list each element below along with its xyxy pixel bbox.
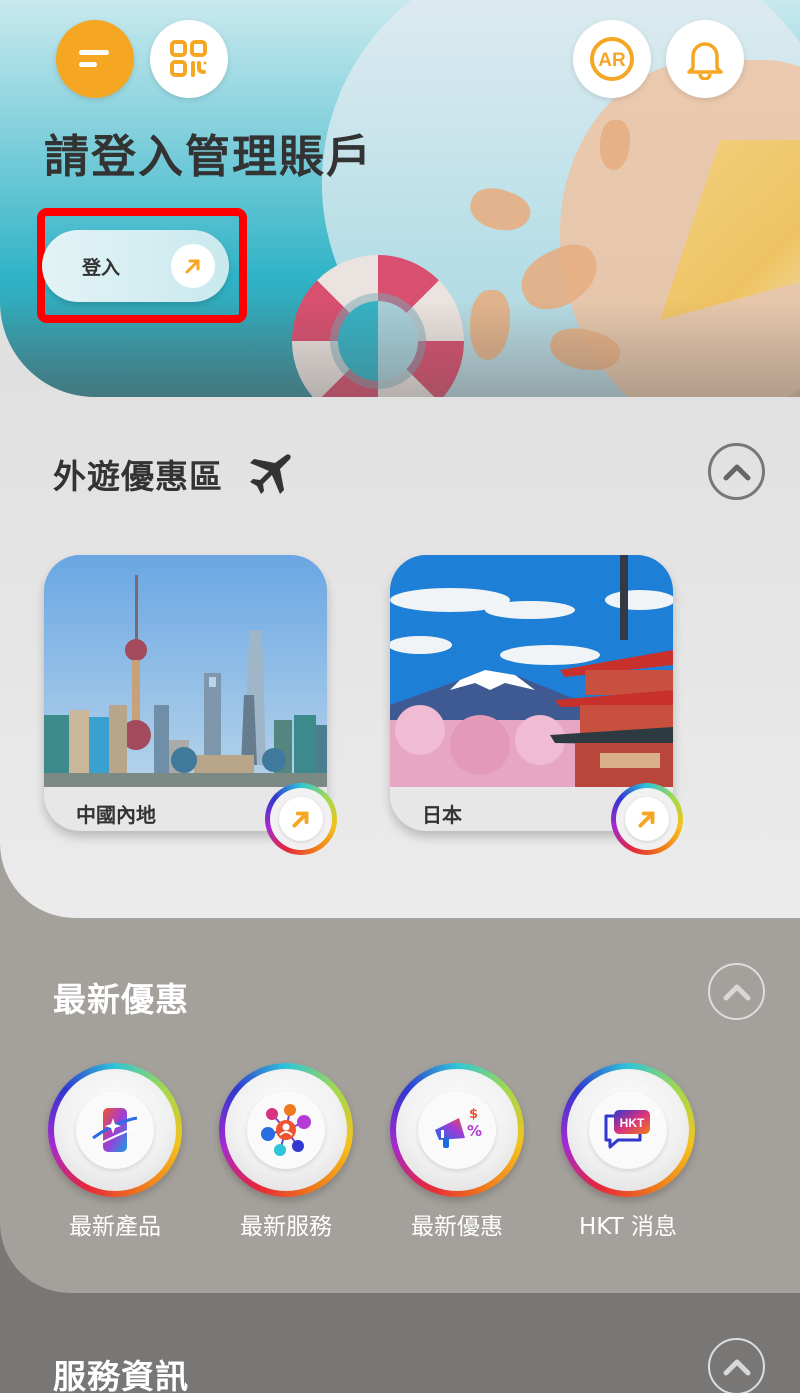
go-button-ring xyxy=(270,788,332,850)
travel-section-title: 外遊優惠區 xyxy=(53,450,294,498)
destination-label: 中國內地 xyxy=(76,803,156,827)
page-title: 請登入管理賬戶 xyxy=(44,130,374,183)
tile-ring: HKT xyxy=(561,1063,695,1197)
tile-hkt-news[interactable]: HKT HKT 消息 xyxy=(558,1063,698,1241)
go-button-ring xyxy=(616,788,678,850)
chevron-up-icon xyxy=(723,464,750,480)
latest-collapse-button[interactable] xyxy=(708,963,765,1020)
travel-collapse-button[interactable] xyxy=(708,443,765,500)
airplane-icon xyxy=(249,454,291,494)
services-section-title: 服務資訊 xyxy=(53,1357,189,1393)
bell-icon xyxy=(687,42,723,80)
megaphone-discount-icon: $ % xyxy=(435,1107,482,1148)
notifications-button[interactable] xyxy=(666,20,744,98)
destination-go-button[interactable] xyxy=(265,783,337,855)
tile-core xyxy=(247,1091,325,1169)
hkt-message-icon: HKT xyxy=(604,1110,650,1149)
qr-code-icon xyxy=(170,40,207,77)
ar-icon: AR xyxy=(590,37,634,81)
services-collapse-button[interactable] xyxy=(708,1338,765,1393)
ar-label: AR xyxy=(598,50,626,71)
new-product-phone-icon xyxy=(92,1108,138,1152)
arrow-up-right-icon xyxy=(638,811,655,828)
tile-new-products[interactable]: 最新產品 xyxy=(45,1063,185,1241)
tile-label: 最新服務 xyxy=(240,1214,332,1240)
travel-title-text: 外遊優惠區 xyxy=(53,457,223,496)
chevron-up-icon xyxy=(723,984,750,1000)
shanghai-skyline-image xyxy=(44,555,327,787)
destination-label: 日本 xyxy=(422,803,462,827)
destination-card-japan[interactable]: 日本 xyxy=(390,555,683,855)
latest-section-title: 最新優惠 xyxy=(53,980,189,1019)
tile-core: $ % xyxy=(418,1091,496,1169)
chevron-up-icon xyxy=(723,1359,750,1375)
destination-go-button[interactable] xyxy=(611,783,683,855)
tile-face xyxy=(54,1069,176,1191)
services-network-icon xyxy=(261,1104,311,1156)
tile-core: HKT xyxy=(589,1091,667,1169)
go-button-core xyxy=(279,797,323,841)
ar-button[interactable]: AR xyxy=(573,20,651,98)
menu-button[interactable] xyxy=(56,20,134,98)
login-label: 登入 xyxy=(82,256,121,279)
svg-text:$: $ xyxy=(469,1107,478,1122)
tile-label: 最新優惠 xyxy=(411,1214,503,1240)
arrow-up-right-icon xyxy=(292,811,309,828)
tile-new-services[interactable]: 最新服務 xyxy=(216,1063,356,1241)
svg-text:%: % xyxy=(467,1122,482,1140)
tile-label: 最新產品 xyxy=(69,1214,161,1240)
login-arrow-badge xyxy=(171,244,215,288)
qr-scan-button[interactable] xyxy=(150,20,228,98)
tile-latest-offers[interactable]: $ % 最新優惠 xyxy=(387,1063,527,1241)
tile-face: $ % xyxy=(396,1069,518,1191)
tile-face xyxy=(225,1069,347,1191)
tile-core xyxy=(76,1091,154,1169)
tile-ring xyxy=(219,1063,353,1197)
tile-label: HKT 消息 xyxy=(579,1214,677,1240)
tile-ring xyxy=(48,1063,182,1197)
login-button[interactable]: 登入 xyxy=(42,230,229,302)
destination-card-china[interactable]: 中國內地 xyxy=(44,555,337,855)
go-button-core xyxy=(625,797,669,841)
menu-icon xyxy=(79,50,109,67)
arrow-up-right-icon xyxy=(185,259,200,274)
tile-face: HKT xyxy=(567,1069,689,1191)
mount-fuji-pagoda-image xyxy=(390,555,673,787)
svg-text:HKT: HKT xyxy=(620,1116,645,1130)
tile-ring: $ % xyxy=(390,1063,524,1197)
